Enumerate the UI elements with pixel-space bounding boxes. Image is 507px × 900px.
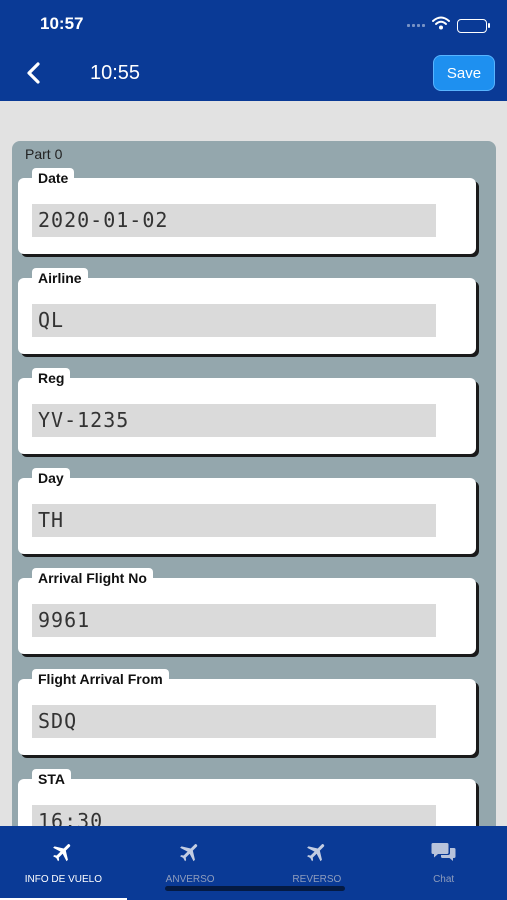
status-icons xyxy=(407,16,490,35)
airplane-icon xyxy=(304,840,330,864)
field-card-arrival-flight-no: Arrival Flight No 9961 xyxy=(18,568,476,654)
airplane-icon xyxy=(177,840,203,864)
airline-field[interactable]: QL xyxy=(32,304,436,337)
part-label: Part 0 xyxy=(25,146,63,162)
cellular-signal-icon xyxy=(407,24,425,27)
chevron-left-icon xyxy=(27,62,40,84)
tab-label: ANVERSO xyxy=(165,874,215,885)
back-button[interactable] xyxy=(22,60,44,86)
flight-arrival-from-field[interactable]: SDQ xyxy=(32,705,436,738)
wifi-icon xyxy=(432,16,450,35)
field-label: Airline xyxy=(32,268,88,287)
field-label: Reg xyxy=(32,368,71,387)
field-card-day: Day TH xyxy=(18,468,476,554)
page-title: 10:55 xyxy=(90,62,141,84)
field-card-date: Date 2020-01-02 xyxy=(18,168,476,254)
field-card-reg: Reg YV-1235 xyxy=(18,368,476,454)
reg-field[interactable]: YV-1235 xyxy=(32,404,436,437)
tab-label: REVERSO xyxy=(292,874,342,885)
status-time: 10:57 xyxy=(40,14,84,33)
field-label: Flight Arrival From xyxy=(32,669,169,688)
save-button[interactable]: Save xyxy=(433,55,495,91)
date-field[interactable]: 2020-01-02 xyxy=(32,204,436,237)
tab-label: INFO DE VUELO xyxy=(24,874,102,885)
field-card-flight-arrival-from: Flight Arrival From SDQ xyxy=(18,669,476,755)
field-label: Arrival Flight No xyxy=(32,568,153,587)
field-label: STA xyxy=(32,769,71,788)
day-field[interactable]: TH xyxy=(32,504,436,537)
airplane-icon xyxy=(49,840,77,864)
chat-icon xyxy=(431,840,457,864)
battery-icon xyxy=(457,18,490,33)
tab-chat[interactable]: Chat xyxy=(380,826,507,900)
home-indicator xyxy=(165,886,345,891)
field-label: Date xyxy=(32,168,75,187)
field-label: Day xyxy=(32,468,70,487)
arrival-flight-no-field[interactable]: 9961 xyxy=(32,604,436,637)
tab-label: Chat xyxy=(433,874,455,885)
tab-info-de-vuelo[interactable]: INFO DE VUELO xyxy=(0,826,127,900)
part-panel: Part 0 Date 2020-01-02 Airline QL Reg YV… xyxy=(12,141,496,841)
field-card-airline: Airline QL xyxy=(18,268,476,354)
app-header: 10:57 10:55 Save xyxy=(0,0,507,101)
